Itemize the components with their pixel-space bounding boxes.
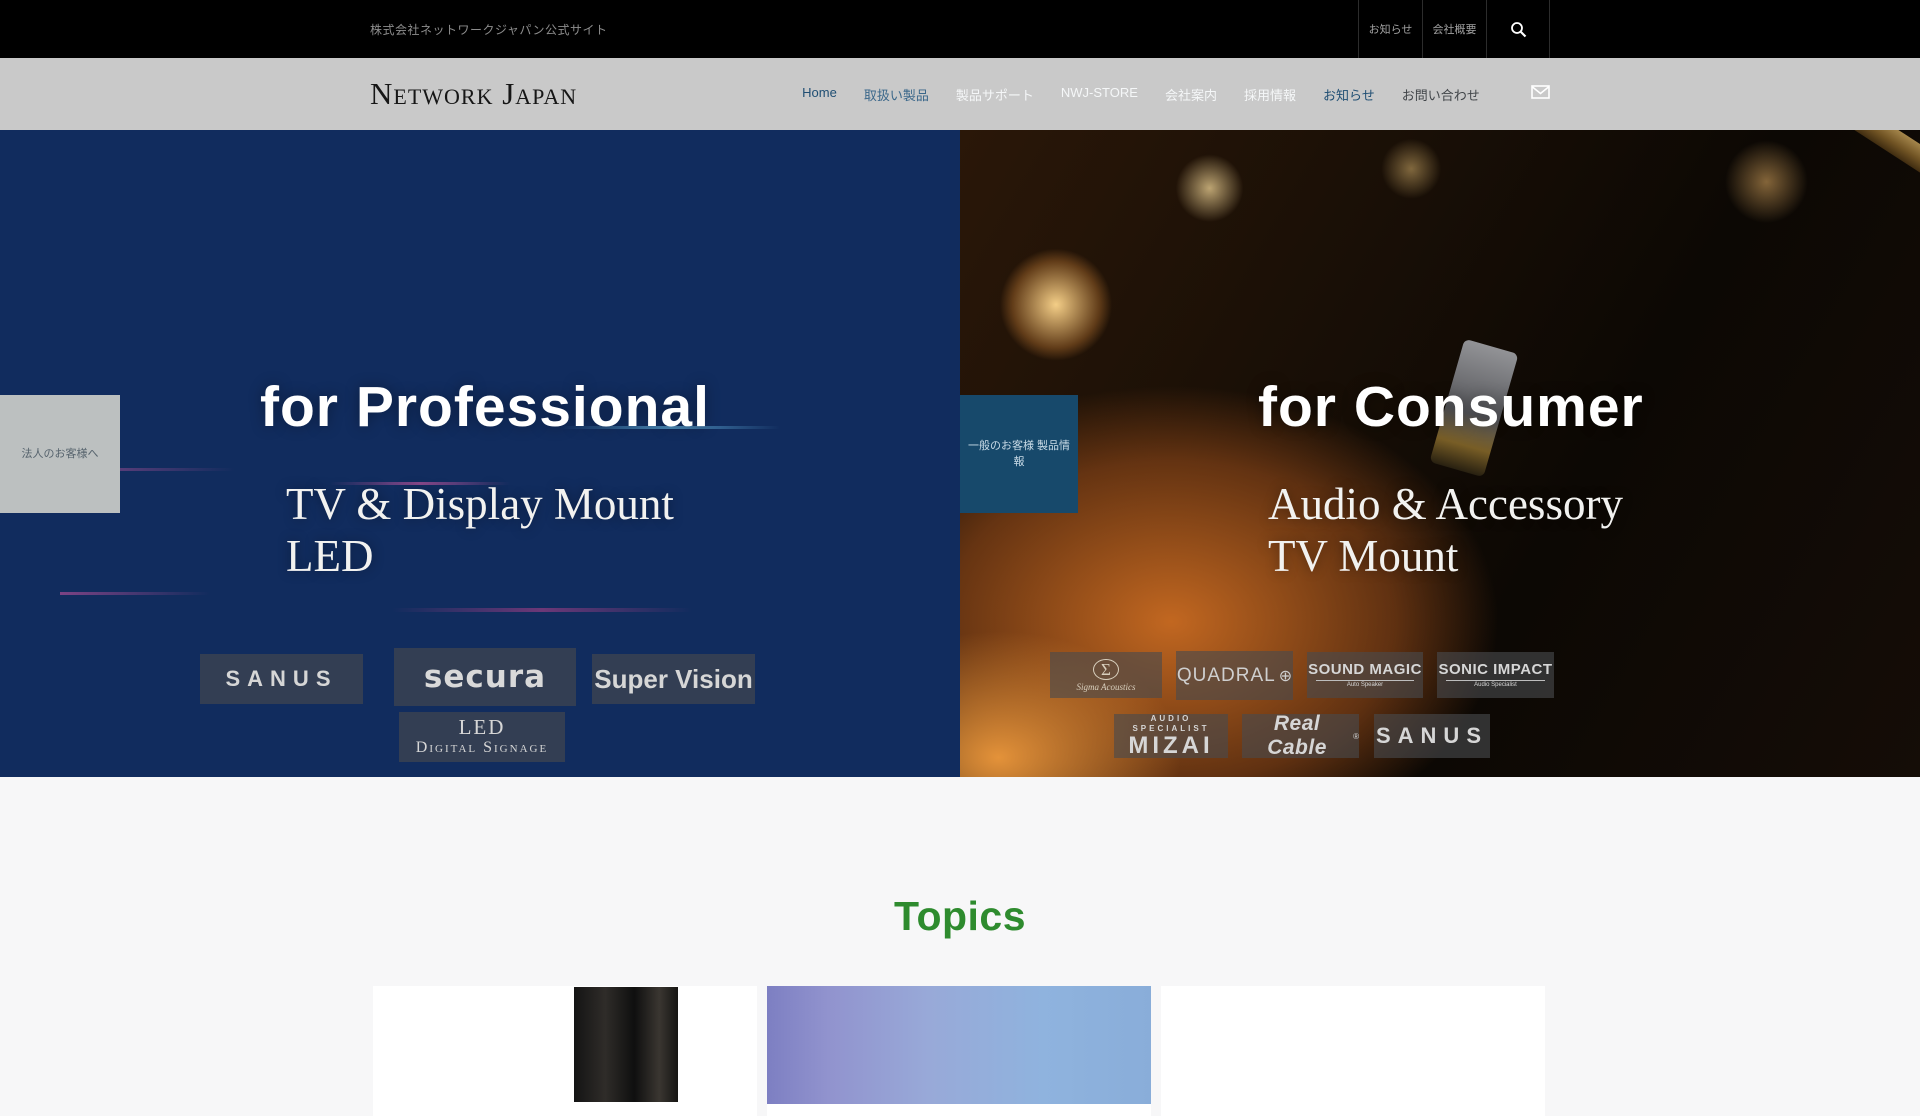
brand-logo-mizai: AUDIO SPECIALIST MIZAI <box>1114 714 1228 758</box>
site-tagline: 株式会社ネットワークジャパン公式サイト <box>370 21 608 38</box>
search-button[interactable] <box>1486 0 1550 58</box>
light-streak <box>60 592 210 595</box>
topbar-menu: お知らせ 会社概要 <box>1358 0 1550 58</box>
topic-card[interactable] <box>767 986 1151 1116</box>
nav-item-products[interactable]: 取扱い製品 <box>864 85 929 104</box>
nav-item-support[interactable]: 製品サポート <box>956 85 1034 104</box>
search-icon <box>1510 21 1527 38</box>
site-logo[interactable]: Network Japan <box>370 76 577 112</box>
hero-professional-subtext: TV & Display Mount LED <box>260 478 710 582</box>
brand-logo-sigma-acoustics: Σ Sigma Acoustics <box>1050 652 1162 698</box>
circled-plus-icon: ⊕ <box>1279 666 1292 686</box>
topic-card[interactable] <box>373 986 757 1116</box>
topic-card-thumbnail <box>767 986 1151 1104</box>
top-bar: 株式会社ネットワークジャパン公式サイト お知らせ 会社概要 <box>0 0 1920 58</box>
brand-logo-sound-magic: SOUND MAGIC Auto Speaker <box>1307 652 1423 698</box>
nav-item-recruit[interactable]: 採用情報 <box>1244 85 1296 104</box>
nav-item-nwj-store[interactable]: NWJ-STORE <box>1061 85 1138 104</box>
brand-logo-sanus-consumer: SANUS <box>1374 714 1490 758</box>
contact-mail-button[interactable] <box>1531 85 1550 104</box>
topic-card-thumbnail <box>574 987 678 1102</box>
brand-logo-sanus: SANUS <box>200 654 363 704</box>
hero-consumer-heading: for Consumer <box>1258 374 1644 440</box>
hero-section: for Professional TV & Display Mount LED … <box>0 130 1920 777</box>
topic-card[interactable] <box>1161 986 1545 1116</box>
brand-logo-secura: secura <box>394 648 576 706</box>
topbar-menu-item-company[interactable]: 会社概要 <box>1422 0 1486 58</box>
nav-item-company[interactable]: 会社案内 <box>1165 85 1217 104</box>
hero-consumer-text: for Consumer Audio & Accessory TV Mount <box>1258 374 1644 582</box>
nav-item-news[interactable]: お知らせ <box>1323 85 1375 104</box>
brand-logo-real-cable: Real Cable ® <box>1242 714 1359 758</box>
main-menu: Home 取扱い製品 製品サポート NWJ-STORE 会社案内 採用情報 お知… <box>802 85 1480 104</box>
turntable-tonearm <box>1561 130 1920 190</box>
cta-professional-button[interactable]: 法人のお客様へ <box>0 395 120 513</box>
nav-item-contact[interactable]: お問い合わせ <box>1402 85 1480 104</box>
mail-icon <box>1531 85 1550 104</box>
topbar-menu-item-news[interactable]: お知らせ <box>1358 0 1422 58</box>
brand-logo-quadral: QUADRAL ⊕ <box>1176 651 1293 700</box>
topics-card-list <box>373 986 1545 1116</box>
brand-logo-super-vision: Super Vision <box>592 654 755 704</box>
brand-logo-led-digital-signage: LED Digital Signage <box>399 712 565 762</box>
hero-professional-text: for Professional TV & Display Mount LED <box>260 374 710 582</box>
brand-logo-sonic-impact: SONIC IMPACT Audio Specialist <box>1437 652 1554 698</box>
topics-heading: Topics <box>0 777 1920 940</box>
hero-professional-image: for Professional TV & Display Mount LED … <box>0 130 960 777</box>
light-streak <box>392 608 692 612</box>
nav-item-home[interactable]: Home <box>802 85 837 104</box>
hero-consumer-subtext: Audio & Accessory TV Mount <box>1258 478 1644 582</box>
cta-consumer-button[interactable]: 一般のお客様 製品情報 <box>960 395 1078 513</box>
hero-consumer-image: for Consumer Audio & Accessory TV Mount … <box>960 130 1920 777</box>
main-navbar: Network Japan Home 取扱い製品 製品サポート NWJ-STOR… <box>0 58 1920 130</box>
hero-professional-heading: for Professional <box>260 374 710 440</box>
topics-section: Topics <box>0 777 1920 993</box>
